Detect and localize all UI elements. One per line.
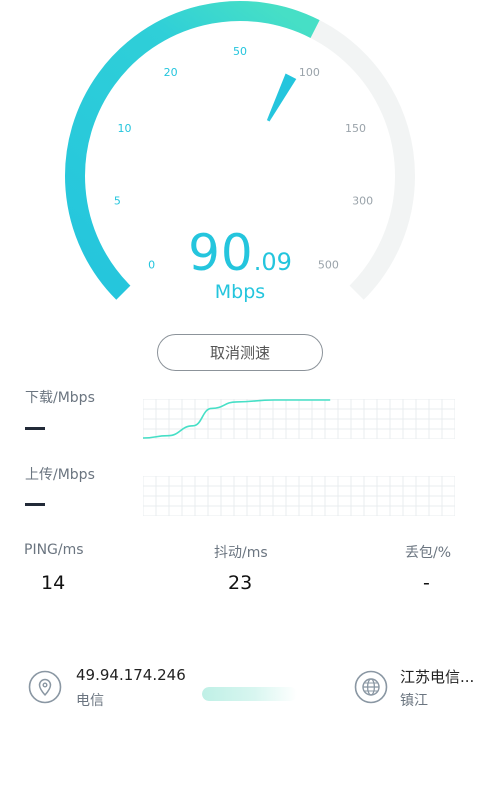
upload-value: — — [25, 503, 45, 506]
speed-unit: Mbps — [214, 281, 266, 303]
jitter-value: 23 — [228, 572, 253, 594]
packet-loss-label: 丢包/% — [405, 545, 452, 561]
gauge-tick-label: 300 — [352, 194, 373, 207]
server-name: 江苏电信... — [400, 668, 475, 686]
location-pin-icon — [28, 670, 62, 704]
current-speed: 90.09 — [0, 224, 480, 282]
ping-label: PING/ms — [24, 542, 84, 558]
gauge-tick-label: 5 — [114, 194, 121, 207]
gauge-tick-label: 20 — [164, 66, 178, 79]
gauge-needle — [266, 73, 297, 122]
gauge-tick-label: 100 — [299, 66, 320, 79]
upload-label: 上传/Mbps — [25, 467, 95, 483]
server-city: 镇江 — [400, 693, 428, 709]
gauge-tick-label: 50 — [233, 45, 247, 58]
speed-decimal: .09 — [253, 248, 292, 276]
ping-value: 14 — [41, 572, 66, 594]
gauge-tick-label: 150 — [345, 122, 366, 135]
speed-integer: 90 — [188, 224, 254, 282]
jitter-label: 抖动/ms — [214, 545, 268, 561]
test-progress-bar — [202, 687, 328, 701]
gauge-tick-label: 10 — [118, 122, 132, 135]
client-isp: 电信 — [76, 693, 104, 709]
globe-icon — [354, 670, 388, 704]
upload-chart — [143, 476, 455, 516]
cancel-test-button[interactable]: 取消测速 — [157, 334, 323, 371]
download-label: 下载/Mbps — [25, 390, 95, 406]
packet-loss-value: - — [423, 572, 430, 594]
download-value: — — [25, 427, 45, 430]
client-ip: 49.94.174.246 — [76, 666, 186, 684]
download-chart — [143, 399, 455, 439]
test-progress-fill — [202, 687, 297, 701]
